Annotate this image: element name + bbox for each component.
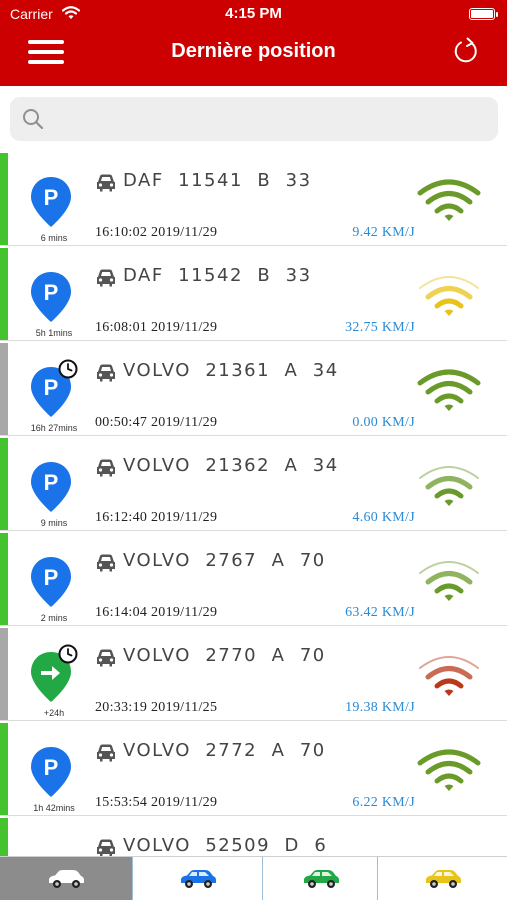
status-indicator-strip [0, 248, 8, 340]
signal-strength-icon [416, 365, 482, 424]
stop-duration: 16h 27mins [30, 423, 78, 433]
search-icon [23, 109, 44, 130]
parking-pin-icon: P [30, 745, 72, 804]
last-update-time: 16:12:40 2019/11/29 [95, 510, 218, 525]
battery-icon [469, 8, 498, 20]
signal-strength-icon [416, 650, 482, 709]
vehicle-speed: 32.75 KM/J [345, 320, 415, 335]
status-bar: Carrier 4:15 PM [0, 0, 507, 28]
tab-moving-vehicles[interactable] [262, 857, 377, 900]
status-indicator-strip [0, 628, 8, 720]
car-icon [95, 648, 117, 673]
vehicle-speed: 4.60 KM/J [352, 510, 415, 525]
stop-duration: 9 mins [40, 518, 68, 528]
app-root: Carrier 4:15 PM Dernière position P 6 mi… [0, 0, 507, 900]
parking-pin-icon: P [30, 270, 72, 329]
stop-duration: 1h 42mins [33, 803, 75, 813]
bottom-tab-bar [0, 856, 507, 900]
signal-strength-icon [416, 745, 482, 804]
status-indicator-strip [0, 723, 8, 815]
car-icon [95, 458, 117, 483]
svg-text:P: P [44, 375, 59, 400]
tab-idle-vehicles[interactable] [377, 857, 507, 900]
status-time: 4:15 PM [225, 5, 282, 22]
last-update-time: 16:08:01 2019/11/29 [95, 320, 218, 335]
vehicle-speed: 19.38 KM/J [345, 700, 415, 715]
stop-duration: 6 mins [40, 233, 68, 243]
clock-icon [58, 644, 78, 669]
svg-text:P: P [44, 185, 59, 210]
signal-strength-icon [416, 270, 482, 329]
vehicle-row[interactable]: P 1h 42mins VOLVO 2772 A 70 15:53:54 2019… [0, 723, 507, 816]
app-header: Carrier 4:15 PM Dernière position [0, 0, 507, 86]
car-icon [95, 743, 117, 768]
vehicle-row[interactable]: P 16h 27mins VOLVO 21361 A 34 00:50:47 20… [0, 343, 507, 436]
vehicle-row[interactable]: P 6 mins DAF 11541 B 33 16:10:02 2019/11/… [0, 153, 507, 246]
clock-icon [58, 359, 78, 384]
vehicle-speed: 9.42 KM/J [352, 225, 415, 240]
status-indicator-strip [0, 153, 8, 245]
search-bar [0, 86, 507, 152]
parking-pin-icon: P [30, 460, 72, 519]
vehicle-name: DAF 11541 B 33 [123, 170, 312, 191]
vehicle-row[interactable]: VOLVO 52509 D 6 [0, 818, 507, 856]
vehicle-row[interactable]: +24h VOLVO 2770 A 70 20:33:19 2019/11/25 1… [0, 628, 507, 721]
refresh-icon[interactable] [451, 36, 481, 66]
svg-text:P: P [44, 565, 59, 590]
vehicle-name: VOLVO 2770 A 70 [123, 645, 326, 666]
vehicle-row[interactable]: P 2 mins VOLVO 2767 A 70 16:14:04 2019/11… [0, 533, 507, 626]
signal-strength-icon [416, 555, 482, 614]
last-update-time: 16:14:04 2019/11/29 [95, 605, 218, 620]
stop-duration: 5h 1mins [35, 328, 73, 338]
tab-all-vehicles[interactable] [0, 857, 132, 900]
page-title: Dernière position [171, 40, 336, 62]
search-box[interactable] [10, 97, 498, 141]
vehicle-list: P 6 mins DAF 11541 B 33 16:10:02 2019/11/… [0, 153, 507, 856]
vehicle-name: VOLVO 21362 A 34 [123, 455, 339, 476]
car-icon [95, 268, 117, 293]
status-indicator-strip [0, 343, 8, 435]
signal-strength-icon [416, 460, 482, 519]
status-indicator-strip [0, 818, 8, 856]
vehicle-row[interactable]: P 9 mins VOLVO 21362 A 34 16:12:40 2019/1… [0, 438, 507, 531]
tab-parked-vehicles[interactable] [132, 857, 262, 900]
parking-pin-icon: P [30, 175, 72, 234]
svg-text:P: P [44, 470, 59, 495]
svg-text:P: P [44, 280, 59, 305]
signal-strength-icon [416, 175, 482, 234]
search-input[interactable] [50, 103, 490, 135]
svg-text:P: P [44, 755, 59, 780]
stop-duration: 2 mins [40, 613, 68, 623]
last-update-time: 15:53:54 2019/11/29 [95, 795, 218, 810]
car-icon [95, 553, 117, 578]
vehicle-row[interactable]: P 5h 1mins DAF 11542 B 33 16:08:01 2019/1… [0, 248, 507, 341]
car-icon [95, 173, 117, 198]
last-update-time: 00:50:47 2019/11/29 [95, 415, 218, 430]
vehicle-speed: 63.42 KM/J [345, 605, 415, 620]
status-indicator-strip [0, 438, 8, 530]
stop-duration: +24h [43, 708, 65, 718]
vehicle-speed: 6.22 KM/J [352, 795, 415, 810]
vehicle-name: VOLVO 2767 A 70 [123, 550, 326, 571]
status-indicator-strip [0, 533, 8, 625]
last-update-time: 16:10:02 2019/11/29 [95, 225, 218, 240]
vehicle-name: VOLVO 21361 A 34 [123, 360, 339, 381]
car-icon [95, 363, 117, 388]
car-icon [95, 838, 117, 856]
vehicle-speed: 0.00 KM/J [352, 415, 415, 430]
vehicle-name: DAF 11542 B 33 [123, 265, 312, 286]
vehicle-name: VOLVO 52509 D 6 [123, 835, 328, 856]
parking-pin-icon: P [30, 555, 72, 614]
last-update-time: 20:33:19 2019/11/25 [95, 700, 218, 715]
vehicle-name: VOLVO 2772 A 70 [123, 740, 326, 761]
